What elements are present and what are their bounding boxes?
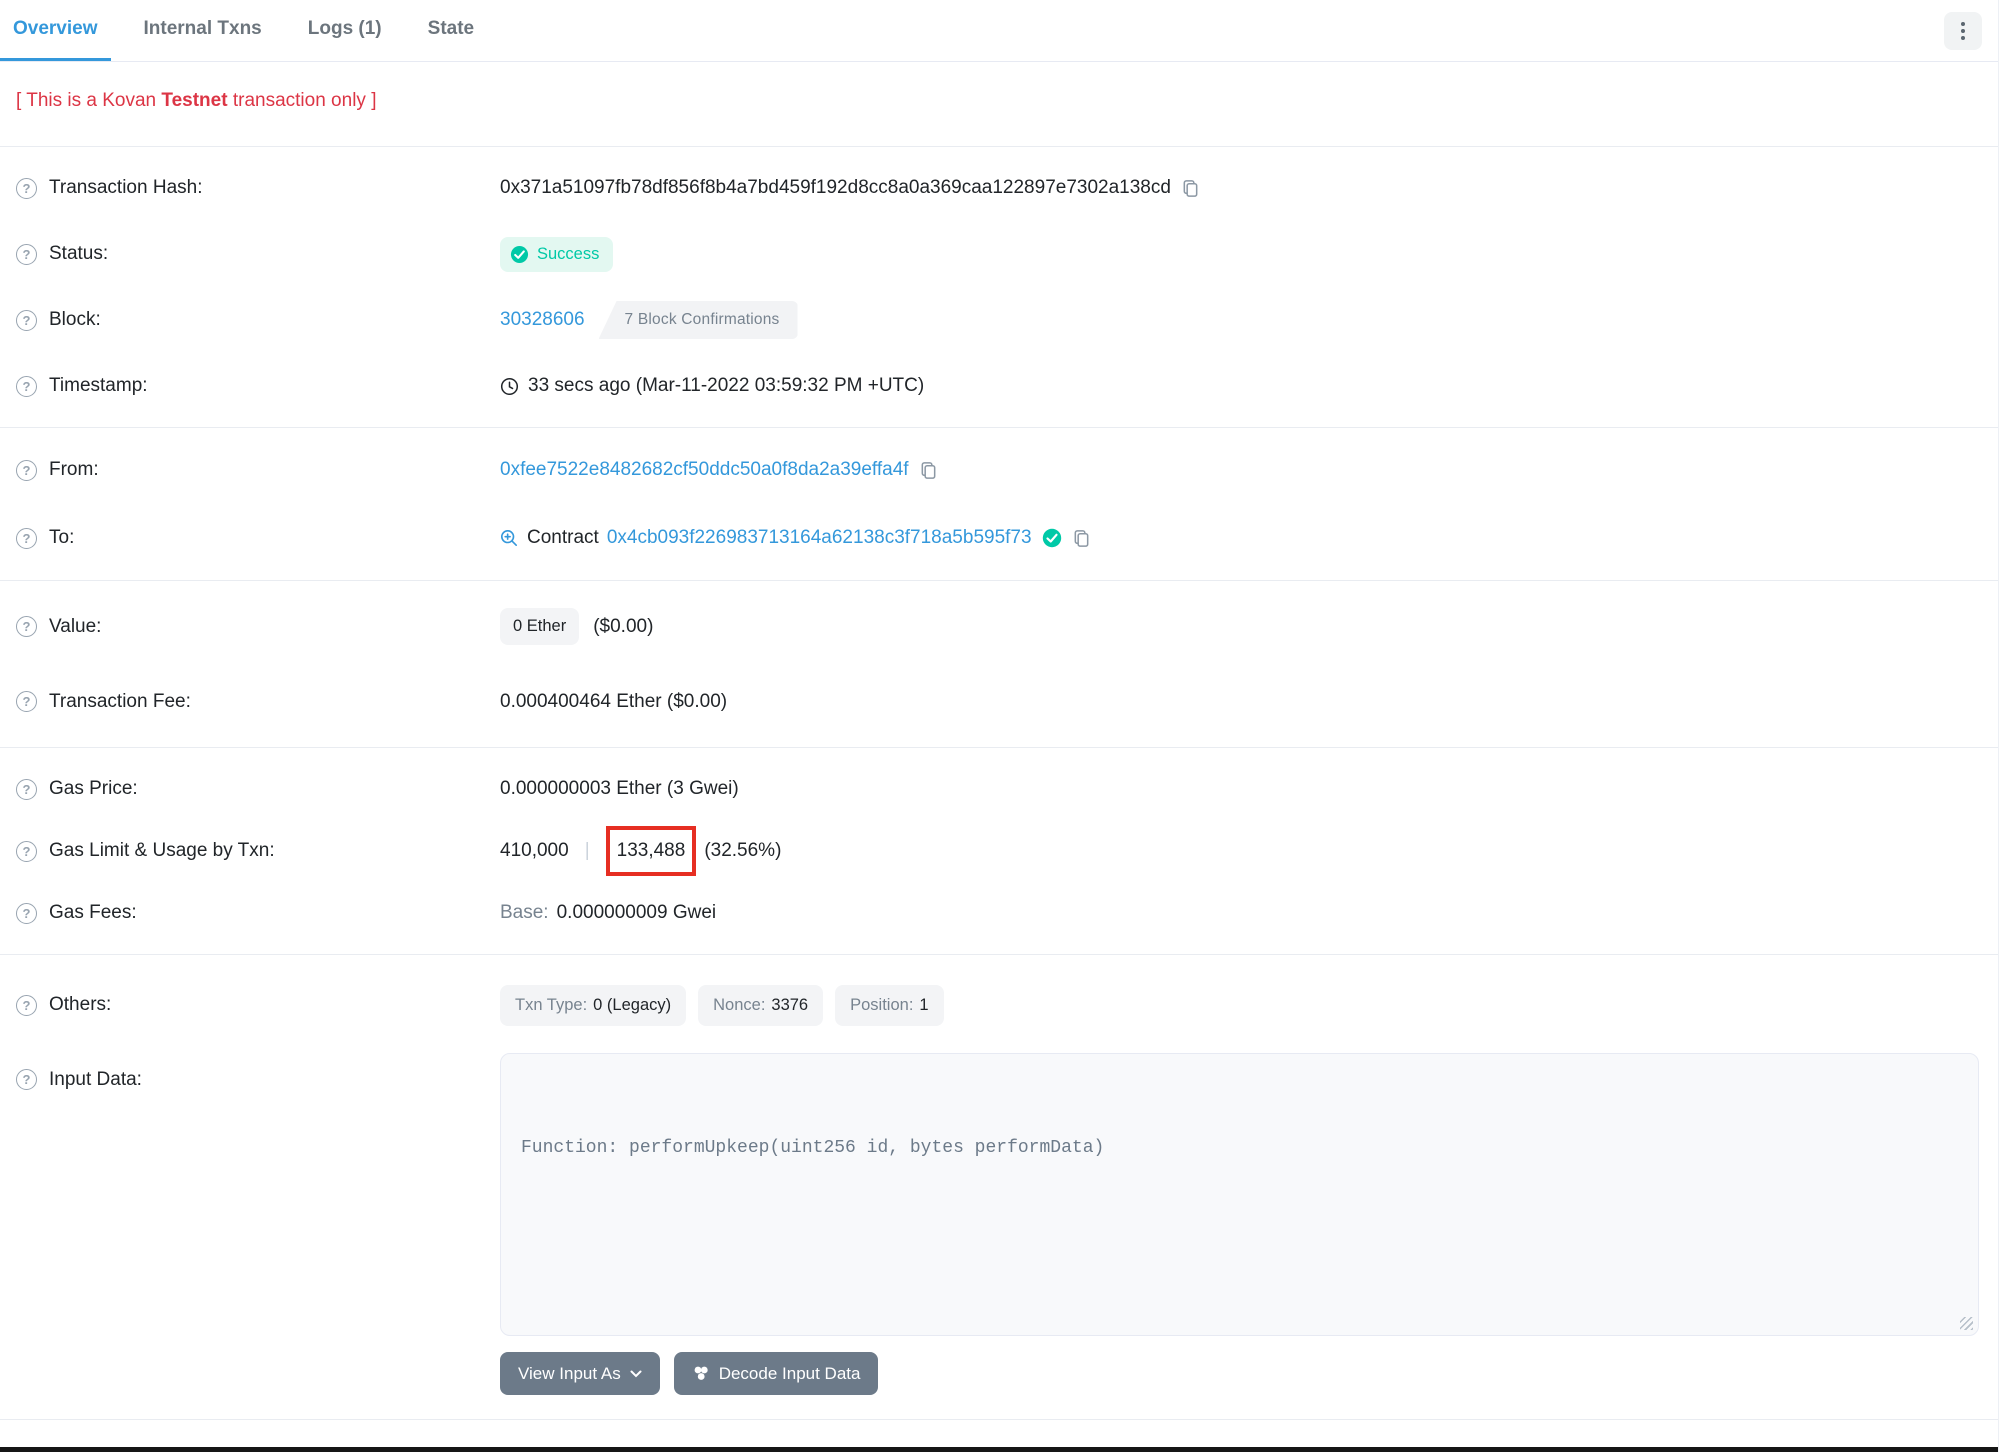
to-contract-word: Contract (527, 527, 599, 548)
section-hash-status-block-time: ? Transaction Hash: 0x371a51097fb78df856… (0, 146, 1998, 427)
decode-input-data-button[interactable]: Decode Input Data (673, 1352, 879, 1395)
copy-icon[interactable] (919, 461, 938, 480)
section-others-input: ? Others: Txn Type: 0 (Legacy) Nonce: 3376… (0, 954, 1998, 1420)
from-address-link[interactable]: 0xfee7522e8482682cf50ddc50a0f8da2a39effa… (500, 459, 909, 481)
row-gas-fees: ? Gas Fees: Base: 0.000000009 Gwei (0, 882, 1998, 944)
transaction-fee-value: 0.000400464 Ether ($0.00) (500, 690, 728, 712)
txn-type-badge: Txn Type: 0 (Legacy) (500, 984, 687, 1026)
help-icon[interactable]: ? (16, 1069, 37, 1090)
status-badge: Success (500, 236, 614, 272)
view-input-as-button[interactable]: View Input As (500, 1352, 660, 1395)
section-gas: ? Gas Price: 0.000000003 Ether (3 Gwei) … (0, 747, 1998, 954)
chevron-down-icon (630, 1370, 642, 1377)
to-address-link[interactable]: 0x4cb093f226983713164a62138c3f718a5b595f… (607, 527, 1032, 549)
help-icon[interactable]: ? (16, 309, 37, 331)
from-label: From: (49, 459, 99, 480)
help-icon[interactable]: ? (16, 994, 37, 1016)
help-icon[interactable]: ? (16, 375, 37, 397)
row-to: ? To: Contract 0x4cb093f226983713164a621… (0, 504, 1998, 572)
block-label: Block: (49, 309, 101, 330)
transaction-detail-page: Overview Internal Txns Logs (1) State [ … (0, 0, 1999, 1452)
help-icon[interactable]: ? (16, 840, 37, 862)
gas-used-value: 133,488 (616, 840, 686, 861)
row-transaction-fee: ? Transaction Fee: 0.000400464 Ether ($0… (0, 664, 1998, 739)
row-transaction-hash: ? Transaction Hash: 0x371a51097fb78df856… (0, 155, 1998, 221)
row-gas-price: ? Gas Price: 0.000000003 Ether (3 Gwei) (0, 758, 1998, 820)
row-block: ? Block: 30328606 7 Block Confirmations (0, 287, 1998, 353)
decode-molecule-icon (694, 1366, 708, 1380)
gas-limit-usage-label: Gas Limit & Usage by Txn: (49, 840, 275, 861)
copy-icon[interactable] (1181, 179, 1200, 198)
verified-contract-icon (1042, 528, 1062, 548)
help-icon[interactable]: ? (16, 778, 37, 800)
input-blank-line (521, 1226, 1958, 1257)
help-icon[interactable]: ? (16, 177, 37, 199)
help-icon[interactable]: ? (16, 691, 37, 712)
tab-state[interactable]: State (415, 0, 487, 61)
check-circle-icon (510, 245, 529, 263)
gas-used-percent: (32.56%) (704, 840, 782, 861)
input-function-line: Function: performUpkeep(uint256 id, byte… (521, 1138, 1105, 1158)
row-from: ? From: 0xfee7522e8482682cf50ddc50a0f8da… (0, 436, 1998, 504)
input-blank-line (521, 1319, 1958, 1335)
resize-handle[interactable] (1960, 1317, 1973, 1330)
position-badge: Position: 1 (835, 984, 944, 1026)
testnet-notice: [ This is a Kovan Testnet transaction on… (16, 90, 377, 111)
timestamp-label: Timestamp: (49, 375, 148, 396)
gas-base-value: 0.000000009 Gwei (556, 902, 717, 923)
status-label: Status: (49, 243, 109, 264)
help-icon[interactable]: ? (16, 902, 37, 924)
nonce-badge: Nonce: 3376 (698, 984, 824, 1026)
row-value: ? Value: 0 Ether ($0.00) (0, 589, 1998, 664)
tab-logs[interactable]: Logs (1) (295, 0, 395, 61)
others-label: Others: (49, 994, 112, 1015)
bottom-divider (0, 1419, 1998, 1420)
gas-separator: | (584, 840, 590, 861)
section-from-to: ? From: 0xfee7522e8482682cf50ddc50a0f8da… (0, 427, 1998, 580)
row-status: ? Status: Success (0, 221, 1998, 287)
clock-icon (500, 377, 519, 395)
help-icon[interactable]: ? (16, 616, 37, 637)
timestamp-value: 33 secs ago (Mar-11-2022 03:59:32 PM +UT… (528, 375, 925, 396)
copy-icon[interactable] (1072, 529, 1091, 548)
tab-internal-txns[interactable]: Internal Txns (131, 0, 275, 61)
tab-overview[interactable]: Overview (0, 0, 111, 61)
gas-limit-value: 410,000 (500, 840, 569, 861)
section-value-fee: ? Value: 0 Ether ($0.00) ? Transaction F… (0, 580, 1998, 747)
input-data-textarea[interactable]: Function: performUpkeep(uint256 id, byte… (500, 1053, 1979, 1336)
tab-bar: Overview Internal Txns Logs (1) State (0, 0, 1998, 62)
gas-fees-label: Gas Fees: (49, 902, 137, 923)
row-timestamp: ? Timestamp: 33 secs ago (Mar-11-2022 03… (0, 353, 1998, 419)
block-number-link[interactable]: 30328606 (500, 309, 585, 331)
block-confirmations-badge: 7 Block Confirmations (598, 301, 798, 339)
transaction-fee-label: Transaction Fee: (49, 690, 191, 712)
annotation-red-box: 133,488 (605, 826, 697, 876)
to-label: To: (49, 527, 75, 548)
gas-price-value: 0.000000003 Ether (3 Gwei) (500, 778, 739, 799)
help-icon[interactable]: ? (16, 527, 37, 549)
footer-dark-bar (0, 1447, 1998, 1452)
row-gas-limit-usage: ? Gas Limit & Usage by Txn: 410,000 | 13… (0, 820, 1998, 882)
gas-price-label: Gas Price: (49, 778, 138, 799)
value-label: Value: (49, 615, 102, 637)
transaction-hash-value: 0x371a51097fb78df856f8b4a7bd459f192d8cc8… (500, 177, 1171, 198)
help-icon[interactable]: ? (16, 459, 37, 481)
gas-base-label: Base: (500, 902, 549, 923)
help-icon[interactable]: ? (16, 243, 37, 265)
row-others: ? Others: Txn Type: 0 (Legacy) Nonce: 3376… (0, 965, 1998, 1045)
transaction-hash-label: Transaction Hash: (49, 177, 203, 198)
input-data-label: Input Data: (49, 1069, 142, 1090)
value-ether-badge: 0 Ether (500, 608, 580, 645)
value-usd: ($0.00) (593, 615, 654, 637)
kebab-menu-icon[interactable] (1944, 12, 1982, 50)
zoom-in-icon (500, 529, 518, 547)
row-input-data: ? Input Data: Function: performUpkeep(ui… (0, 1053, 1998, 1395)
